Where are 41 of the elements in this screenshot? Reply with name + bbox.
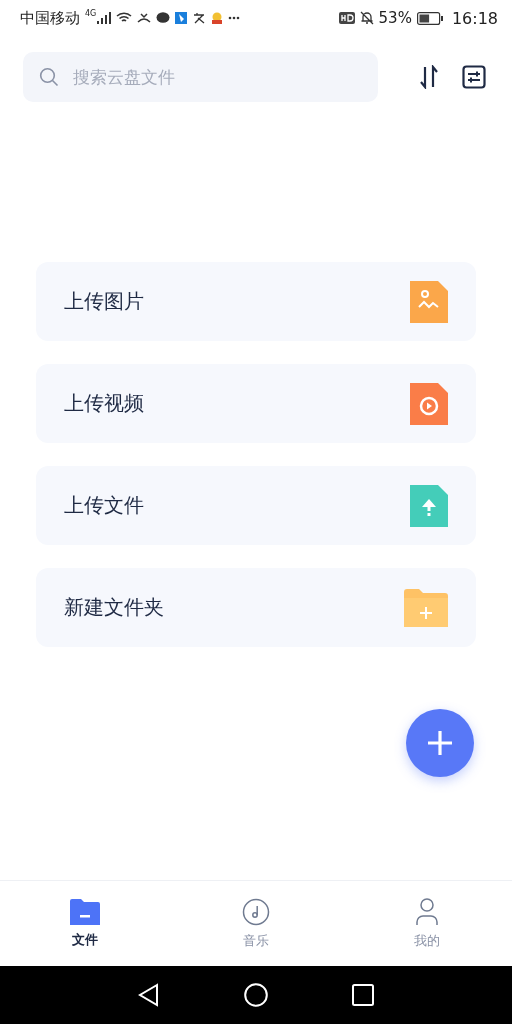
app-icon <box>211 12 224 24</box>
signal-icon <box>97 12 112 24</box>
network-type: 4G <box>85 9 97 18</box>
missed-call-icon <box>137 12 152 24</box>
back-button[interactable] <box>138 983 160 1007</box>
action-label: 上传视频 <box>64 390 144 417</box>
settings-icon <box>462 65 486 89</box>
action-label: 上传文件 <box>64 492 144 519</box>
home-button[interactable] <box>244 983 268 1007</box>
plus-icon <box>427 730 453 756</box>
battery-percent: 53% <box>378 9 412 27</box>
action-card[interactable]: 上传视频 <box>36 364 476 443</box>
muted-bell-icon <box>359 11 374 25</box>
person-icon <box>414 897 439 926</box>
app-icon <box>175 12 188 24</box>
add-button[interactable] <box>406 709 474 777</box>
nav-tab[interactable]: 文件 <box>0 881 171 966</box>
chat-bubble-icon <box>156 12 171 24</box>
search-input[interactable]: 搜索云盘文件 <box>71 66 275 88</box>
music-disc-icon <box>242 897 270 926</box>
wifi-icon <box>116 12 133 24</box>
clock-time: 16:18 <box>451 8 498 28</box>
translate-icon <box>192 12 207 24</box>
action-label: 上传图片 <box>64 288 144 315</box>
action-card[interactable]: 上传图片 <box>36 262 476 341</box>
upload-file-icon <box>410 484 448 527</box>
image-file-icon <box>410 280 448 323</box>
new-folder-icon <box>404 588 448 627</box>
carrier-name: 中国移动 <box>20 8 80 28</box>
more-icon <box>228 16 241 20</box>
recents-button[interactable] <box>352 984 374 1006</box>
search-field[interactable]: 搜索云盘文件 <box>23 52 378 102</box>
search-icon <box>39 67 59 87</box>
action-card[interactable]: 上传文件 <box>36 466 476 545</box>
action-card[interactable]: 新建文件夹 <box>36 568 476 647</box>
video-file-icon <box>410 382 448 425</box>
battery-icon <box>416 11 443 25</box>
folder-icon <box>70 898 101 925</box>
sort-icon <box>418 65 440 89</box>
action-label: 新建文件夹 <box>64 594 164 621</box>
hd-icon <box>338 12 355 24</box>
